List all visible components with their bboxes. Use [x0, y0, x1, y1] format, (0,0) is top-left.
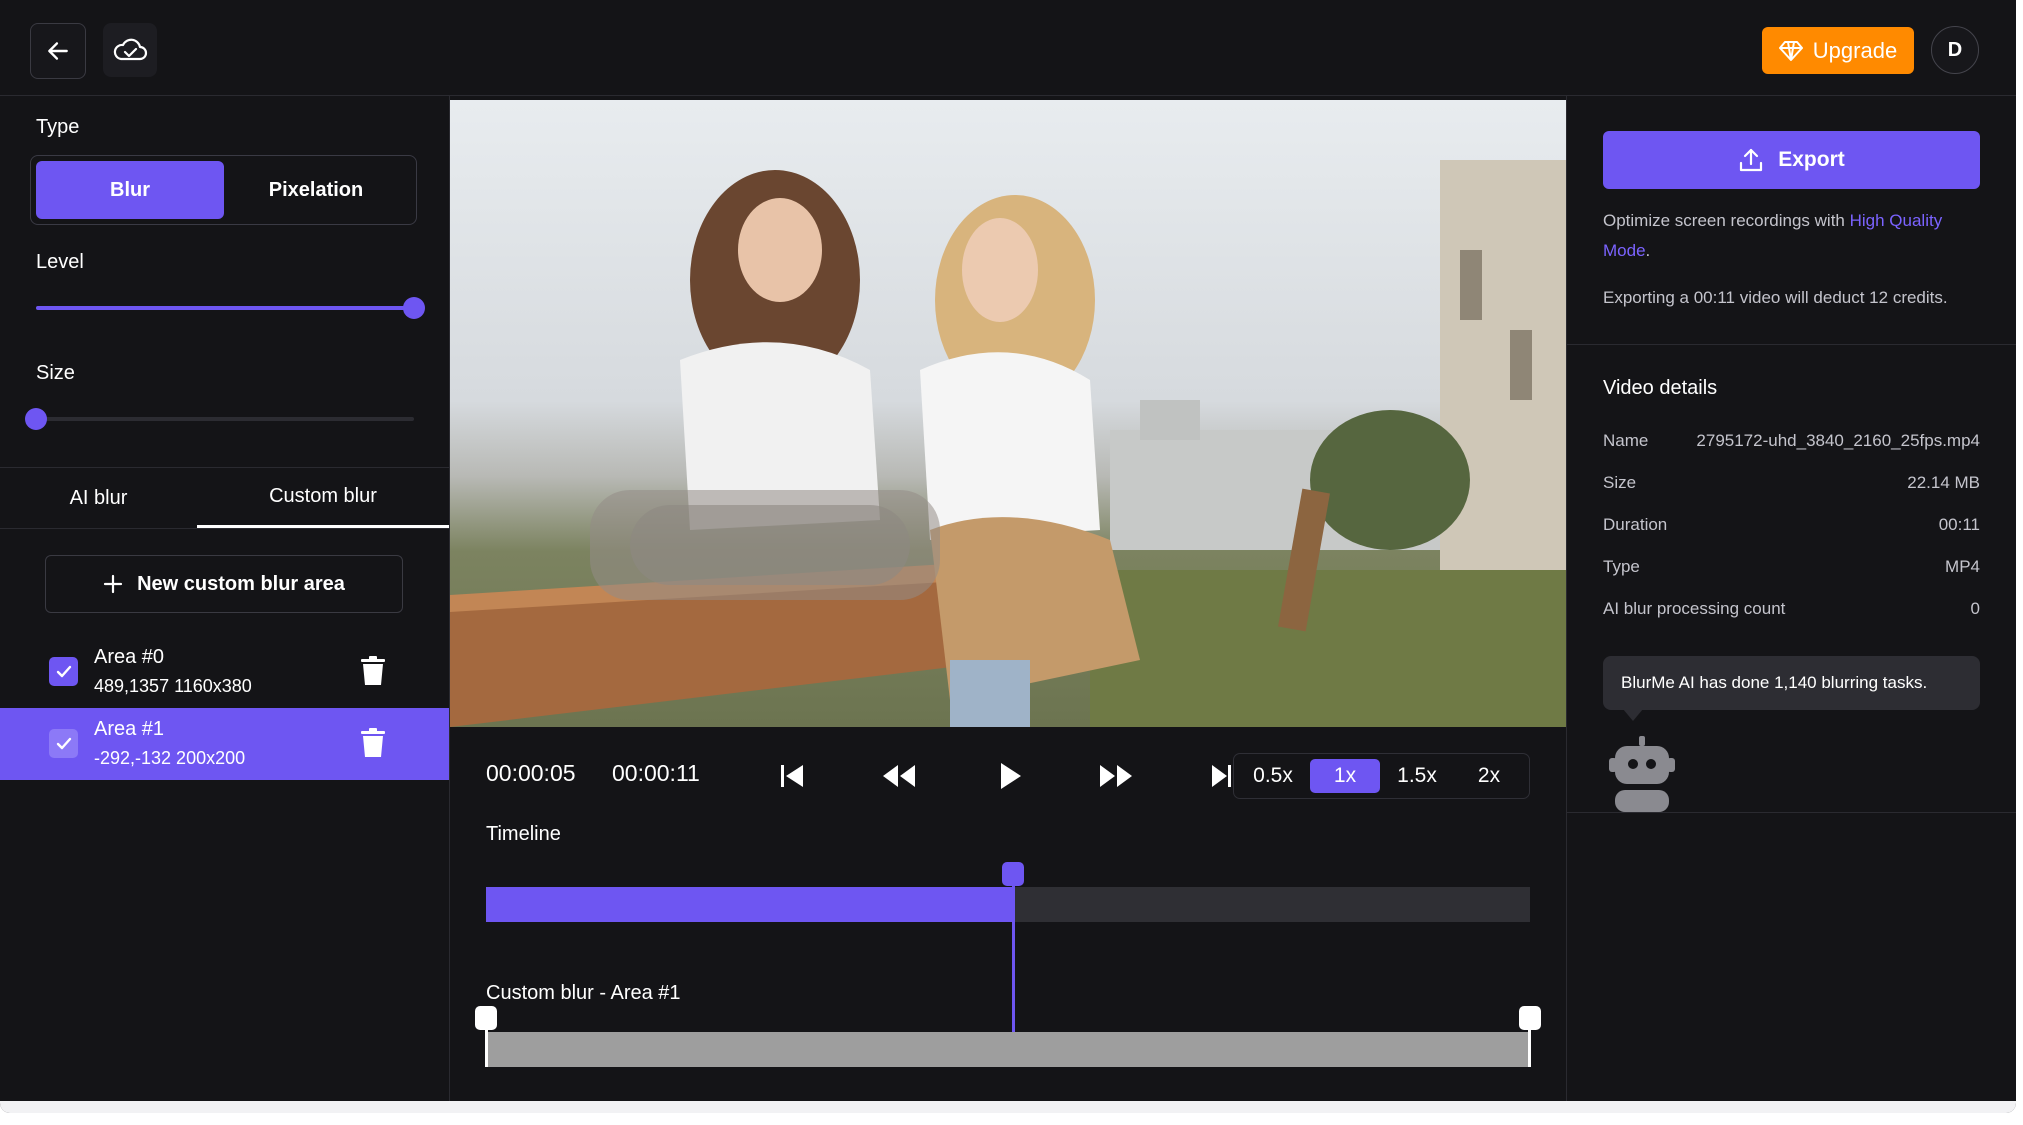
trash-icon[interactable]: [360, 656, 386, 686]
detail-key: Type: [1603, 557, 1640, 576]
check-icon: [56, 665, 71, 677]
top-bar: Upgrade D: [0, 0, 2016, 96]
tab-custom-blur[interactable]: Custom blur: [197, 468, 449, 528]
video-preview[interactable]: [450, 100, 1566, 727]
stats-text: BlurMe AI has done 1,140 blurring tasks.: [1621, 673, 1928, 692]
detail-row-size: Size 22.14 MB: [1603, 473, 1980, 497]
area-row-0[interactable]: Area #0 489,1357 1160x380: [0, 636, 449, 708]
divider: [1567, 344, 2016, 345]
avatar[interactable]: D: [1931, 26, 1979, 74]
size-slider[interactable]: [25, 408, 414, 430]
export-label: Export: [1778, 148, 1845, 171]
area-checkbox[interactable]: [49, 657, 78, 686]
detail-row-type: Type MP4: [1603, 557, 1980, 581]
level-slider-knob[interactable]: [403, 297, 425, 319]
blur-range-start-handle[interactable]: [475, 1006, 497, 1030]
new-area-label: New custom blur area: [137, 572, 345, 595]
optimize-suffix: .: [1645, 241, 1651, 260]
playback-speed-group: 0.5x 1x 1.5x 2x: [1233, 753, 1530, 799]
size-label: Size: [36, 362, 75, 384]
cloud-save-button[interactable]: [103, 23, 157, 77]
detail-value: 00:11: [1938, 515, 1980, 534]
divider: [1567, 812, 2016, 813]
plus-icon: [103, 574, 123, 594]
type-label: Type: [36, 116, 80, 138]
timeline-label: Timeline: [486, 823, 561, 845]
type-segmented-control: Blur Pixelation: [30, 155, 417, 225]
fast-forward-icon[interactable]: [1099, 764, 1133, 788]
detail-value: MP4: [1945, 557, 1980, 576]
speed-2x[interactable]: 2x: [1454, 759, 1524, 793]
detail-row-name: Name 2795172-uhd_3840_2160_25fps.mp4: [1603, 431, 1980, 455]
detail-value: 22.14 MB: [1907, 473, 1980, 492]
area-name: Area #1: [94, 718, 165, 740]
level-slider[interactable]: [36, 297, 425, 319]
detail-key: Size: [1603, 473, 1637, 492]
app-window: Upgrade D Type Blur Pixelation Level Siz…: [0, 0, 2016, 1113]
type-option-pixelation[interactable]: Pixelation: [222, 161, 410, 219]
diamond-icon: [1778, 40, 1803, 61]
optimize-prefix: Optimize screen recordings with: [1603, 211, 1850, 230]
bubble-tail: [1623, 709, 1643, 721]
upgrade-button[interactable]: Upgrade: [1762, 27, 1914, 74]
cloud-check-icon: [113, 38, 148, 61]
video-details-title: Video details: [1603, 377, 1718, 399]
detail-key: Name: [1603, 431, 1649, 450]
left-panel: Type Blur Pixelation Level Size AI blur …: [0, 96, 450, 1113]
new-custom-blur-area-button[interactable]: New custom blur area: [45, 555, 403, 613]
detail-value: 2795172-uhd_3840_2160_25fps.mp4: [1696, 431, 1980, 450]
detail-key: Duration: [1603, 515, 1668, 534]
level-label: Level: [36, 251, 84, 273]
robot-icon: [1609, 736, 1675, 812]
speed-0-5x[interactable]: 0.5x: [1238, 759, 1308, 793]
back-button[interactable]: [30, 23, 86, 79]
area-row-1[interactable]: Area #1 -292,-132 200x200: [0, 708, 449, 780]
optimize-note: Optimize screen recordings with High Qua…: [1603, 206, 1983, 266]
tab-ai-blur[interactable]: AI blur: [0, 468, 197, 528]
play-icon[interactable]: [1000, 762, 1022, 790]
skip-end-icon[interactable]: [1211, 764, 1233, 788]
timeline-track[interactable]: [486, 887, 1530, 922]
upgrade-label: Upgrade: [1812, 37, 1898, 63]
trash-icon[interactable]: [360, 728, 386, 758]
divider: [0, 528, 449, 529]
video-frame-image: [450, 160, 1566, 727]
detail-value: 0: [1970, 599, 1980, 618]
upload-icon: [1740, 148, 1763, 172]
stats-bubble: BlurMe AI has done 1,140 blurring tasks.: [1603, 656, 1980, 710]
credits-note: Exporting a 00:11 video will deduct 12 c…: [1603, 288, 1948, 307]
custom-blur-track[interactable]: [486, 1032, 1530, 1067]
detail-key: AI blur processing count: [1603, 599, 1786, 618]
total-time: 00:00:11: [612, 760, 700, 786]
custom-blur-track-label: Custom blur - Area #1: [486, 982, 681, 1004]
area-checkbox[interactable]: [49, 729, 78, 758]
playhead-handle[interactable]: [1002, 862, 1025, 886]
detail-row-duration: Duration 00:11: [1603, 515, 1980, 539]
check-icon: [56, 737, 71, 749]
right-panel: Export Optimize screen recordings with H…: [1566, 96, 2016, 1113]
area-dims: -292,-132 200x200: [94, 748, 246, 768]
blur-range-end-handle[interactable]: [1519, 1006, 1541, 1030]
skip-start-icon[interactable]: [779, 764, 805, 788]
export-button[interactable]: Export: [1603, 131, 1980, 189]
speed-1x[interactable]: 1x: [1310, 759, 1380, 793]
current-time: 00:00:05: [486, 760, 576, 786]
detail-row-ai-blur-count: AI blur processing count 0: [1603, 599, 1980, 623]
speed-1-5x[interactable]: 1.5x: [1382, 759, 1452, 793]
window-bottom-edge: [0, 1101, 2016, 1113]
level-slider-fill: [36, 306, 414, 310]
rewind-icon[interactable]: [882, 764, 916, 788]
area-dims: 489,1357 1160x380: [94, 676, 252, 696]
timeline-progress: [486, 887, 1014, 922]
area-name: Area #0: [94, 646, 165, 668]
blur-range-start-line: [485, 1028, 488, 1067]
avatar-initial: D: [1947, 38, 1963, 61]
size-slider-knob[interactable]: [25, 408, 47, 430]
arrow-left-icon: [48, 42, 68, 60]
type-option-blur[interactable]: Blur: [36, 161, 224, 219]
blur-range-end-line: [1528, 1028, 1531, 1067]
